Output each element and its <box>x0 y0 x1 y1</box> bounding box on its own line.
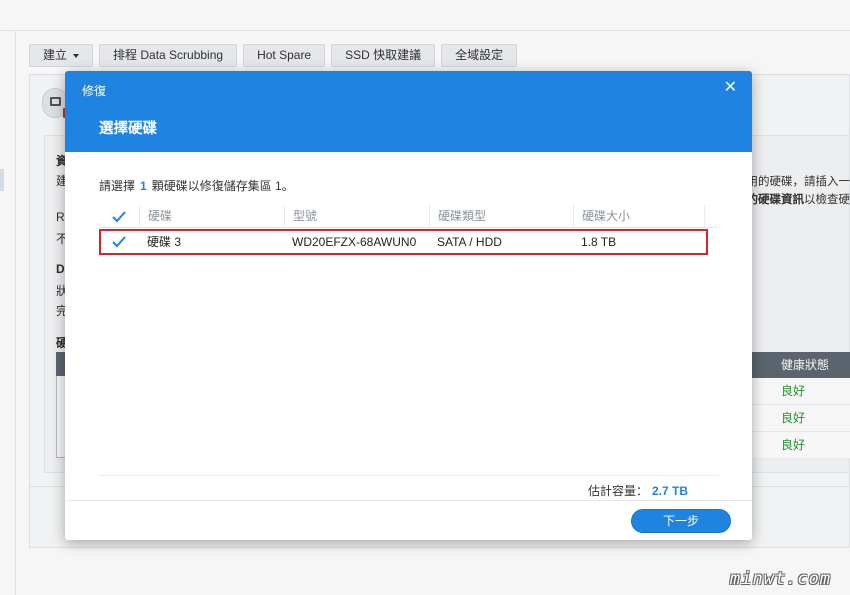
capacity-value: 2.7 TB <box>651 484 688 498</box>
column-header-type[interactable]: 硬碟類型 <box>429 205 573 228</box>
dialog-header: 修復 ✕ 選擇硬碟 <box>65 71 752 152</box>
cell-model: WD20EFZX-68AWUN0 <box>292 235 417 249</box>
next-button[interactable]: 下一步 <box>631 509 731 533</box>
site-watermark: minwt.com <box>730 569 832 589</box>
dialog-instruction: 請選擇 1 顆硬碟以修復儲存集區 1。 <box>99 177 294 194</box>
select-all-checkbox-icon[interactable] <box>112 211 126 223</box>
table-row[interactable]: 硬碟 3 WD20EFZX-68AWUN0 SATA / HDD 1.8 TB <box>99 229 719 255</box>
capacity-label: 估計容量： <box>587 484 648 498</box>
estimated-capacity: 估計容量： 2.7 TB <box>588 482 688 499</box>
column-header-model[interactable]: 型號 <box>284 205 429 228</box>
column-header-size[interactable]: 硬碟大小 <box>573 205 705 228</box>
cell-size: 1.8 TB <box>581 235 617 249</box>
summary-divider <box>99 475 719 476</box>
cell-disk: 硬碟 3 <box>147 235 182 249</box>
column-header-disk[interactable]: 硬碟 <box>139 205 284 228</box>
disk-table: 硬碟 型號 硬碟類型 硬碟大小 硬碟 3 WD20EFZX-68AWUN0 SA… <box>99 205 719 255</box>
row-checkbox-icon[interactable] <box>112 236 126 248</box>
instruction-prefix: 請選擇 <box>99 179 136 193</box>
dialog-title: 修復 <box>82 84 107 98</box>
instruction-suffix: 顆硬碟以修復儲存集區 1。 <box>151 179 294 193</box>
close-icon[interactable]: ✕ <box>724 80 737 96</box>
repair-dialog: 修復 ✕ 選擇硬碟 請選擇 1 顆硬碟以修復儲存集區 1。 硬碟 型號 硬碟類型 硬… <box>65 71 752 540</box>
cell-type: SATA / HDD <box>437 235 502 249</box>
instruction-count: 1 <box>140 179 147 193</box>
dialog-button-bar: 下一步 <box>65 500 752 540</box>
disk-table-header: 硬碟 型號 硬碟類型 硬碟大小 <box>99 205 719 228</box>
dialog-step-title: 選擇硬碟 <box>99 121 157 137</box>
